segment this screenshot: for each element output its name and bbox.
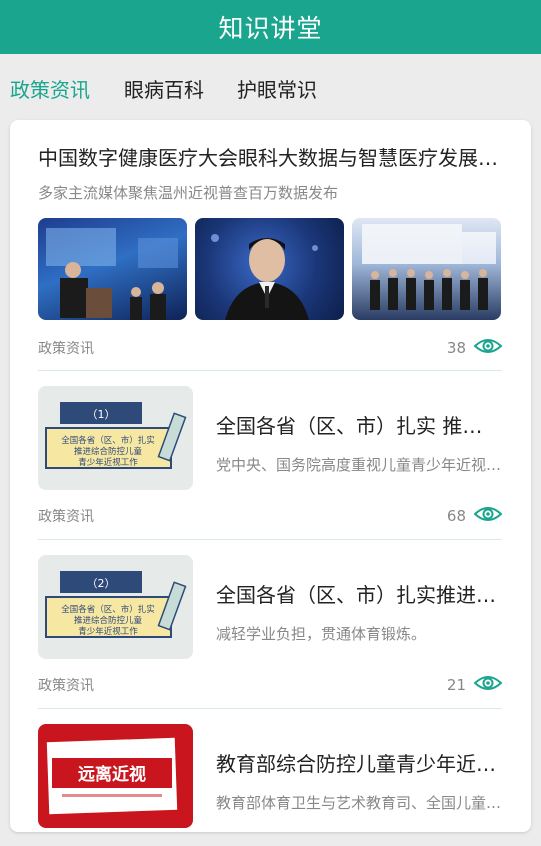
article-item[interactable]: 中国数字健康医疗大会眼科大数据与智慧医疗发展论坛在京举行 多家主流媒体聚焦温州近… bbox=[38, 142, 503, 371]
article-list: 中国数字健康医疗大会眼科大数据与智慧医疗发展论坛在京举行 多家主流媒体聚焦温州近… bbox=[10, 120, 531, 832]
article-category: 政策资讯 bbox=[38, 509, 94, 525]
eye-icon bbox=[473, 505, 503, 527]
poster-line-3: 青少年近视工作 bbox=[78, 626, 138, 637]
view-count-number: 21 bbox=[446, 676, 466, 694]
policy-poster-image: （2） 全国各省（区、市）扎实 推进综合防控儿童 青少年近视工作 bbox=[38, 555, 193, 659]
article-item[interactable]: （2） 全国各省（区、市）扎实 推进综合防控儿童 青少年近视工作 全国各省（区、… bbox=[38, 555, 503, 709]
article-subtitle: 减轻学业负担，贯通体育锻炼。 bbox=[216, 625, 427, 643]
eye-icon bbox=[473, 674, 503, 696]
conference-portrait-photo bbox=[195, 218, 344, 320]
article-category: 政策资讯 bbox=[38, 678, 94, 694]
view-count: 68 bbox=[446, 505, 503, 527]
conference-speaker-photo bbox=[38, 218, 187, 320]
article-subtitle: 多家主流媒体聚焦温州近视普查百万数据发布 bbox=[38, 184, 339, 202]
poster-line-1: 全国各省（区、市）扎实 bbox=[61, 435, 155, 446]
poster-line-2: 推进综合防控儿童 bbox=[74, 615, 143, 626]
app-title-bar: 知识讲堂 bbox=[0, 0, 541, 54]
page-title: 知识讲堂 bbox=[218, 14, 323, 43]
poster-line-1: 全国各省（区、市）扎实 bbox=[61, 604, 155, 615]
tab-policy-news[interactable]: 政策资讯 bbox=[10, 74, 90, 103]
poster-badge: （1） bbox=[87, 408, 116, 421]
view-count-number: 68 bbox=[446, 507, 466, 525]
category-tabs: 政策资讯 眼病百科 护眼常识 bbox=[0, 54, 541, 118]
view-count: 38 bbox=[446, 337, 503, 359]
poster-badge: （2） bbox=[87, 577, 116, 590]
article-title: 全国各省（区、市）扎实推进综合防控儿童青少年近视工作 bbox=[216, 583, 502, 607]
view-count-number: 38 bbox=[446, 339, 466, 357]
article-category: 政策资讯 bbox=[38, 341, 94, 357]
article-subtitle: 党中央、国务院高度重视儿童青少年近视防控工作 bbox=[216, 456, 502, 474]
stay-away-myopia-poster: 远离近视 bbox=[38, 724, 193, 828]
conference-panel-photo bbox=[352, 218, 501, 320]
tab-eye-disease-encyclopedia[interactable]: 眼病百科 bbox=[124, 74, 204, 103]
article-item[interactable]: （1） 全国各省（区、市）扎实 推进综合防控儿童 青少年近视工作 全国各省（区、… bbox=[38, 386, 503, 540]
policy-poster-image: （1） 全国各省（区、市）扎实 推进综合防控儿童 青少年近视工作 bbox=[38, 386, 193, 490]
eye-icon bbox=[473, 337, 503, 359]
divider bbox=[38, 539, 502, 540]
article-title: 中国数字健康医疗大会眼科大数据与智慧医疗发展论坛在京举行 bbox=[38, 146, 502, 170]
divider bbox=[38, 708, 502, 709]
article-item[interactable]: 远离近视 教育部综合防控儿童青少年近视专项检查 教育部体育卫生与艺术教育司、全国… bbox=[38, 724, 502, 832]
article-title: 教育部综合防控儿童青少年近视专项检查 bbox=[216, 752, 502, 776]
article-title: 全国各省（区、市）扎实 推进综合防控儿童青少年近视工作 bbox=[216, 414, 502, 438]
divider bbox=[38, 370, 502, 371]
tab-eye-care-tips[interactable]: 护眼常识 bbox=[237, 74, 317, 103]
view-count: 21 bbox=[446, 674, 503, 696]
poster-text: 远离近视 bbox=[78, 764, 146, 785]
poster-line-2: 推进综合防控儿童 bbox=[74, 446, 143, 457]
poster-line-3: 青少年近视工作 bbox=[78, 457, 138, 468]
article-subtitle: 教育部体育卫生与艺术教育司、全国儿童青少年近视防控 bbox=[216, 794, 502, 812]
